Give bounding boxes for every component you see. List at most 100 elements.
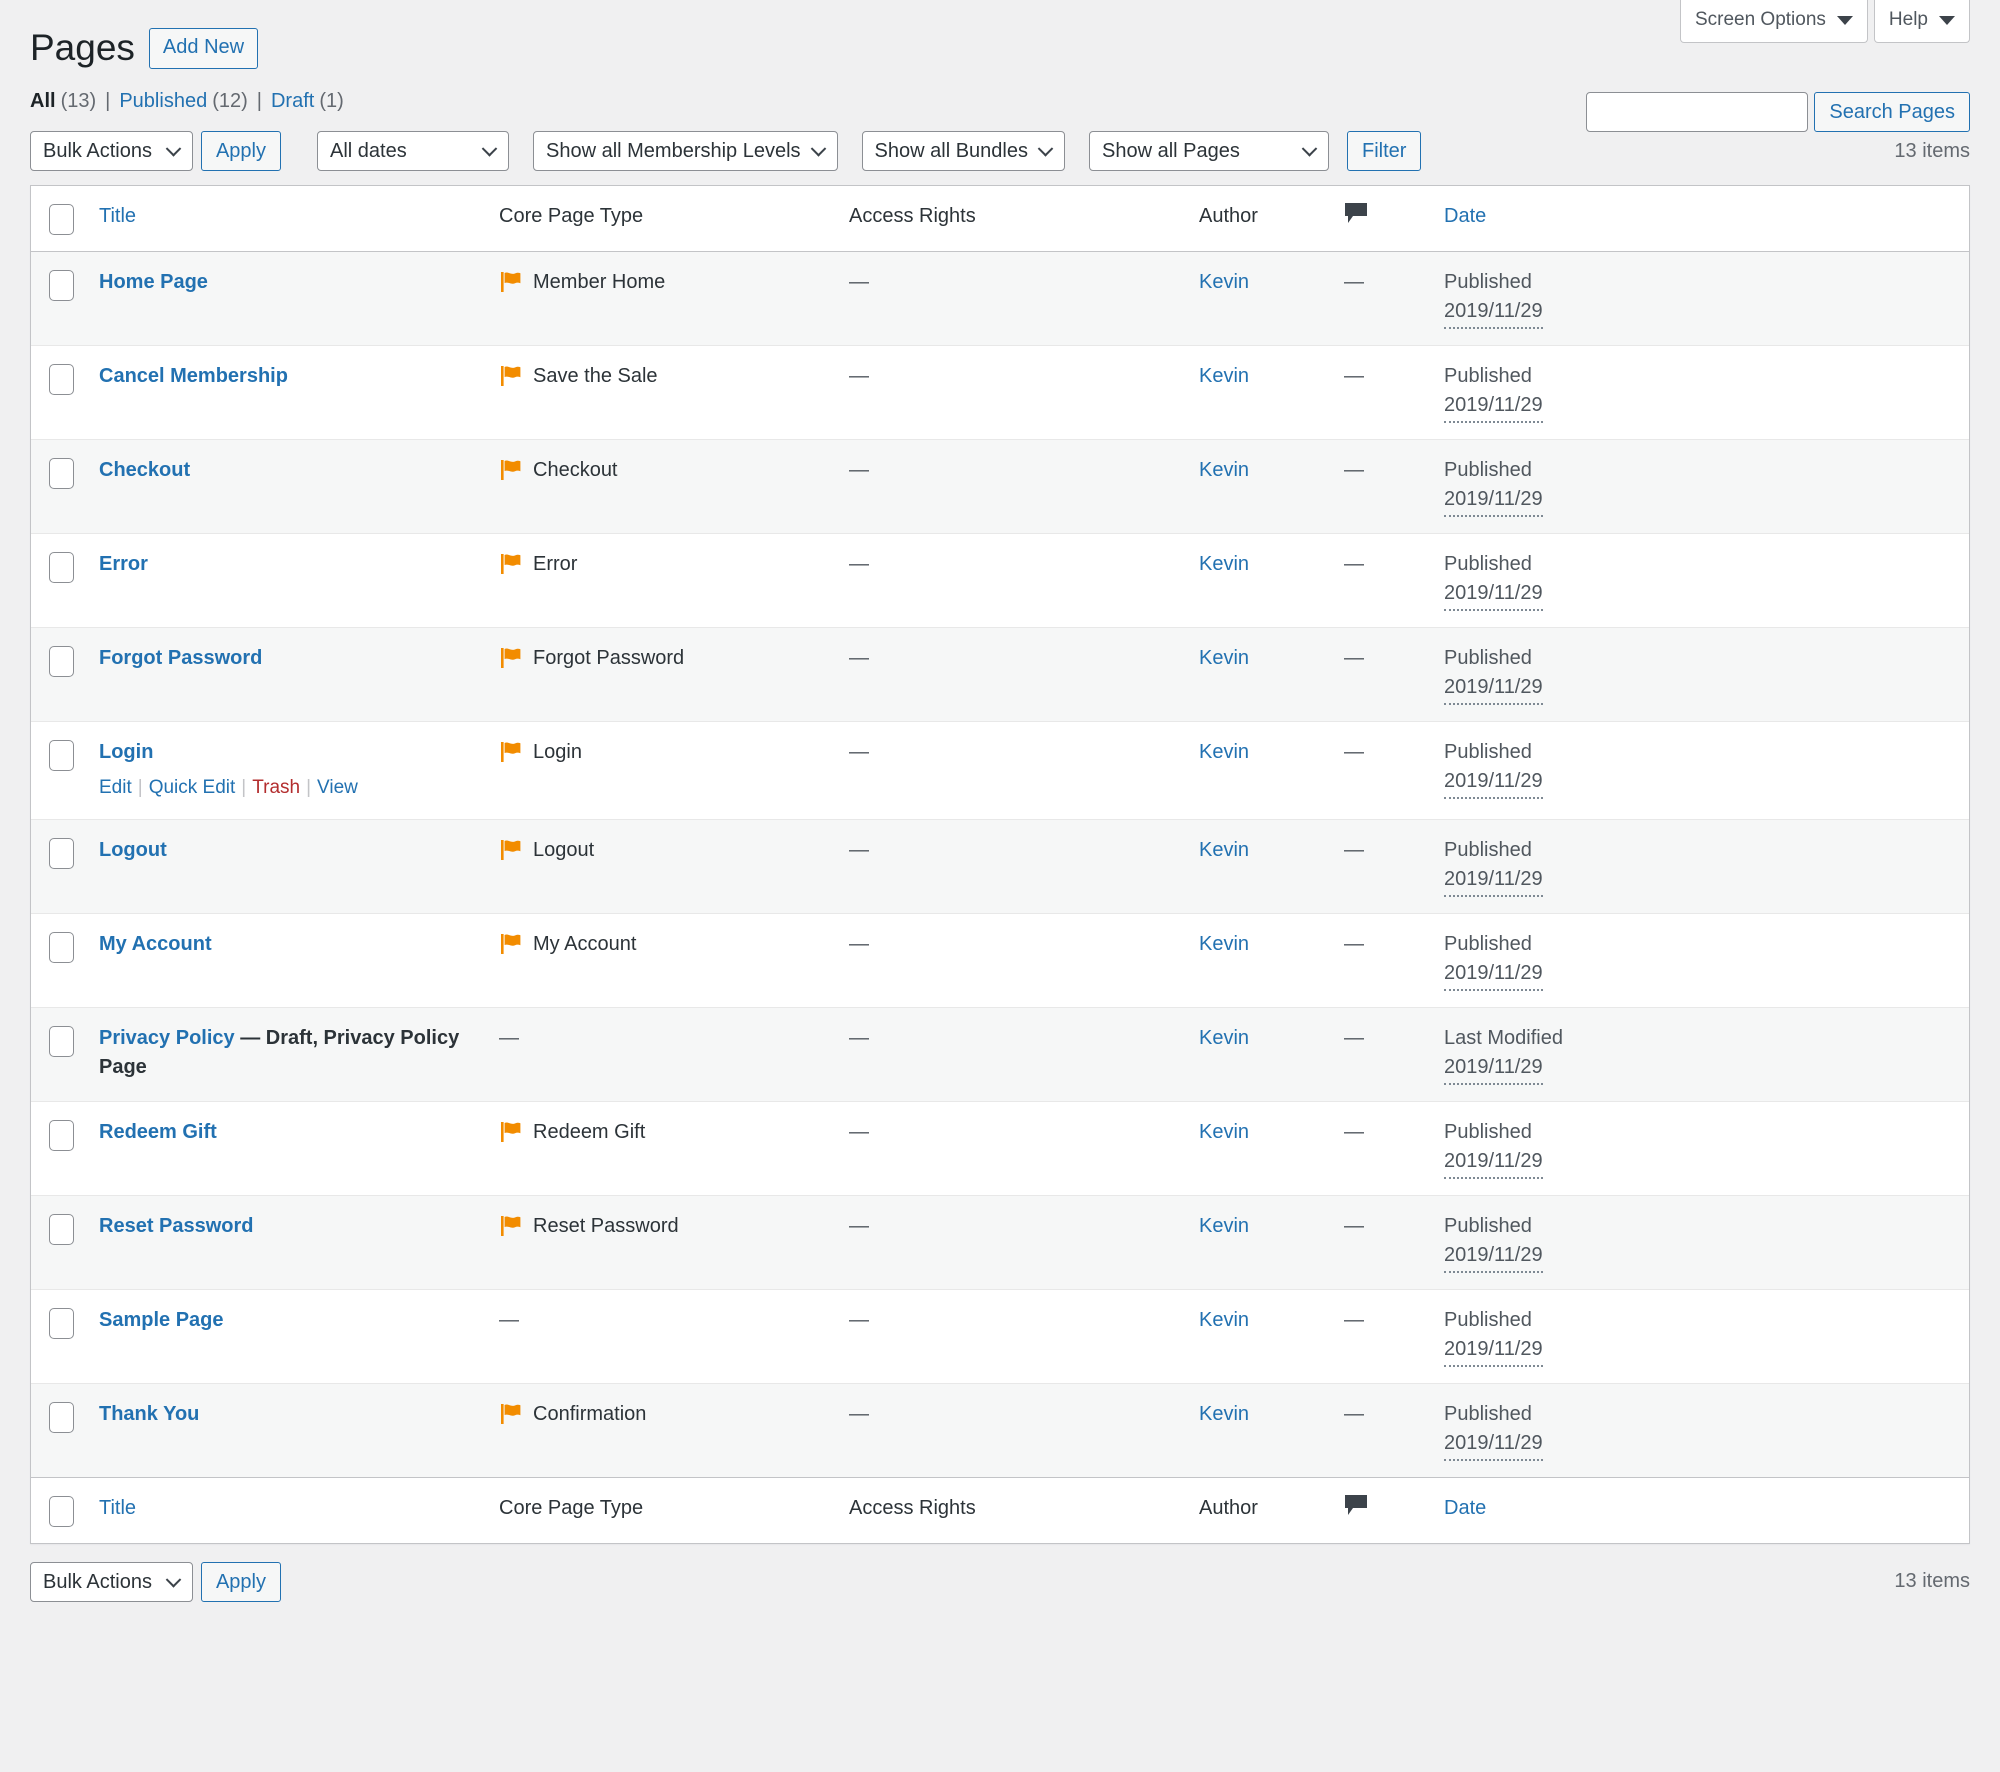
access-rights-cell: — (837, 439, 1187, 533)
status-link-published[interactable]: Published (12) (119, 90, 247, 113)
row-checkbox[interactable] (49, 837, 74, 869)
author-link[interactable]: Kevin (1199, 741, 1249, 763)
author-link[interactable]: Kevin (1199, 271, 1249, 293)
date-cell: Published 2019/11/29 (1432, 252, 1969, 345)
apply-button-bottom[interactable]: Apply (200, 1561, 281, 1602)
author-link[interactable]: Kevin (1199, 839, 1249, 861)
column-footer-date[interactable]: Date (1432, 1476, 1969, 1543)
page-title-link[interactable]: Thank You (99, 1403, 199, 1425)
status-link-all[interactable]: All (13) (30, 90, 96, 113)
access-rights-cell: — (837, 721, 1187, 819)
comments-cell: — (1332, 912, 1432, 1007)
search-input[interactable] (1586, 92, 1809, 132)
page-title-link[interactable]: Cancel Membership (99, 365, 288, 387)
date-value: 2019/11/29 (1444, 1241, 1543, 1273)
apply-button-top[interactable]: Apply (200, 131, 281, 172)
column-header-date-label[interactable]: Date (1444, 205, 1486, 227)
author-link[interactable]: Kevin (1199, 1121, 1249, 1143)
page-title-link[interactable]: Forgot Password (99, 647, 262, 669)
author-link[interactable]: Kevin (1199, 1215, 1249, 1237)
page-title-link[interactable]: Logout (99, 839, 167, 861)
bundles-filter-select[interactable]: Show all Bundles (861, 131, 1065, 172)
row-checkbox[interactable] (49, 1025, 74, 1057)
page-title-link[interactable]: My Account (99, 933, 212, 955)
date-filter-value: All dates (329, 140, 407, 163)
column-header-title-label[interactable]: Title (99, 205, 136, 227)
flag-icon (499, 838, 523, 871)
author-link[interactable]: Kevin (1199, 1403, 1249, 1425)
core-page-type-value: — (499, 1024, 825, 1053)
date-status: Published (1444, 1214, 1532, 1237)
author-link[interactable]: Kevin (1199, 553, 1249, 575)
column-header-comments[interactable] (1332, 186, 1432, 253)
column-footer-title-label[interactable]: Title (99, 1497, 136, 1519)
author-link[interactable]: Kevin (1199, 1309, 1249, 1331)
access-rights-cell: — (837, 345, 1187, 439)
column-footer-date-label[interactable]: Date (1444, 1497, 1486, 1519)
page-title-link[interactable]: Error (99, 553, 148, 575)
row-checkbox[interactable] (49, 931, 74, 963)
row-checkbox[interactable] (49, 1401, 74, 1433)
filter-button[interactable]: Filter (1346, 131, 1422, 172)
row-checkbox[interactable] (49, 646, 74, 678)
access-rights-cell: — (837, 1100, 1187, 1195)
row-action-view[interactable]: View (317, 777, 358, 798)
status-link-all-label[interactable]: All (30, 90, 56, 112)
column-footer-comments[interactable] (1332, 1476, 1432, 1543)
row-title-cell: Error (87, 533, 487, 627)
membership-levels-filter-select[interactable]: Show all Membership Levels (532, 131, 838, 172)
page-title-link[interactable]: Redeem Gift (99, 1121, 217, 1143)
page-title-link[interactable]: Privacy Policy (99, 1027, 235, 1049)
author-link[interactable]: Kevin (1199, 365, 1249, 387)
row-checkbox[interactable] (49, 364, 74, 396)
row-action-quick-edit[interactable]: Quick Edit (149, 777, 236, 798)
status-link-draft[interactable]: Draft (1) (271, 90, 344, 113)
page-title-link[interactable]: Home Page (99, 271, 208, 293)
bulk-actions-select-bottom[interactable]: Bulk Actions (30, 1561, 193, 1602)
column-header-title[interactable]: Title (87, 186, 487, 253)
comments-value: — (1344, 932, 1364, 955)
author-link[interactable]: Kevin (1199, 1027, 1249, 1049)
core-page-type-text: Error (533, 553, 578, 576)
row-checkbox[interactable] (49, 740, 74, 772)
row-action-edit[interactable]: Edit (99, 777, 132, 798)
date-value: 2019/11/29 (1444, 579, 1543, 612)
displaying-num-bottom: 13 items (1894, 1570, 1970, 1593)
row-checkbox[interactable] (49, 552, 74, 584)
page-title-link[interactable]: Checkout (99, 459, 190, 481)
screen-options-button[interactable]: Screen Options (1679, 0, 1868, 43)
row-checkbox[interactable] (49, 1119, 74, 1151)
date-status: Published (1444, 365, 1532, 388)
status-link-draft-label[interactable]: Draft (271, 90, 314, 112)
date-filter-select[interactable]: All dates (316, 131, 509, 172)
row-action-trash[interactable]: Trash (252, 777, 300, 798)
add-new-button[interactable]: Add New (148, 27, 259, 69)
author-link[interactable]: Kevin (1199, 933, 1249, 955)
bulk-actions-select-top[interactable]: Bulk Actions (30, 131, 193, 172)
help-button[interactable]: Help (1873, 0, 1970, 43)
row-select-cell (31, 1382, 87, 1477)
row-checkbox[interactable] (49, 270, 74, 302)
row-checkbox[interactable] (49, 1213, 74, 1245)
author-cell: Kevin (1187, 912, 1332, 1007)
page-title-link[interactable]: Reset Password (99, 1215, 254, 1237)
select-all-checkbox-bottom[interactable] (49, 1495, 74, 1527)
column-header-date[interactable]: Date (1432, 186, 1969, 253)
date-status: Published (1444, 459, 1532, 482)
core-page-type-value: Save the Sale (499, 362, 825, 397)
page-title-link[interactable]: Sample Page (99, 1309, 224, 1331)
pages-filter-select[interactable]: Show all Pages (1088, 131, 1329, 172)
status-link-published-label[interactable]: Published (119, 90, 207, 112)
row-checkbox[interactable] (49, 458, 74, 490)
access-rights-cell: — (837, 818, 1187, 913)
flag-icon (499, 270, 523, 303)
select-all-checkbox-top[interactable] (49, 204, 74, 236)
date-status: Published (1444, 271, 1532, 294)
column-footer-title[interactable]: Title (87, 1476, 487, 1543)
row-checkbox[interactable] (49, 1307, 74, 1339)
page-title-link[interactable]: Login (99, 741, 153, 763)
search-pages-button[interactable]: Search Pages (1814, 92, 1970, 132)
table-row: Login Edit | Quick Edit | Trash | View Login — Kev… (31, 721, 1969, 819)
author-link[interactable]: Kevin (1199, 647, 1249, 669)
author-link[interactable]: Kevin (1199, 459, 1249, 481)
